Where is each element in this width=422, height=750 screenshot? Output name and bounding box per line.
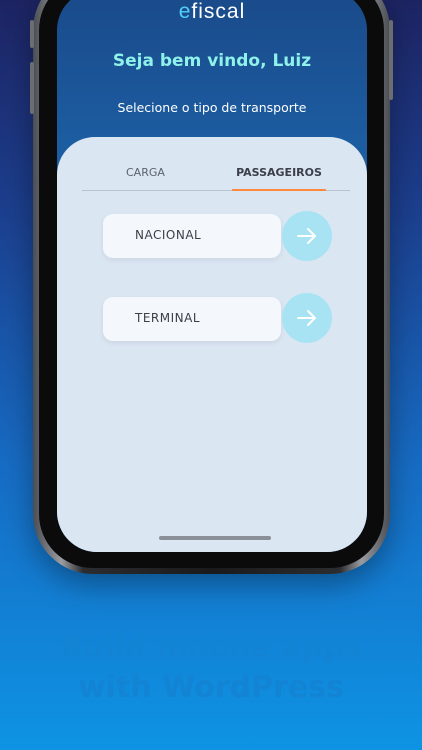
app-logo: efiscal <box>57 0 367 24</box>
phone-side-button-right <box>389 20 393 100</box>
app-screen: efiscal Seja bem vindo, Luiz Selecione o… <box>57 0 367 552</box>
phone-side-button-left-bottom <box>30 62 34 114</box>
logo-prefix: e <box>178 0 192 23</box>
arrow-right-icon <box>297 310 316 326</box>
transport-tabs: CARGA PASSAGEIROS <box>82 137 350 191</box>
welcome-heading: Seja bem vindo, Luiz <box>112 51 312 71</box>
logo-rest: fiscal <box>191 0 246 23</box>
option-nacional-label: NACIONAL <box>135 228 202 242</box>
promo-line-2: with WordPress <box>78 670 344 705</box>
option-nacional[interactable]: NACIONAL <box>103 214 281 258</box>
option-terminal-label: TERMINAL <box>135 311 201 325</box>
tab-passageiros[interactable]: PASSAGEIROS <box>232 166 326 191</box>
transport-subtitle: Selecione o tipo de transporte <box>117 100 307 115</box>
nacional-arrow-button[interactable] <box>282 211 332 261</box>
terminal-arrow-button[interactable] <box>282 293 332 343</box>
promo-line-1: Build mobile apps <box>59 630 363 665</box>
option-terminal[interactable]: TERMINAL <box>103 297 281 341</box>
promo-headline: Build mobile apps with WordPress <box>0 628 422 708</box>
arrow-right-icon <box>297 228 316 244</box>
phone-side-button-left-top <box>30 20 34 48</box>
selection-card: CARGA PASSAGEIROS NACIONAL TERMINAL <box>57 137 367 552</box>
home-indicator <box>159 536 271 540</box>
tab-carga[interactable]: CARGA <box>126 166 165 179</box>
